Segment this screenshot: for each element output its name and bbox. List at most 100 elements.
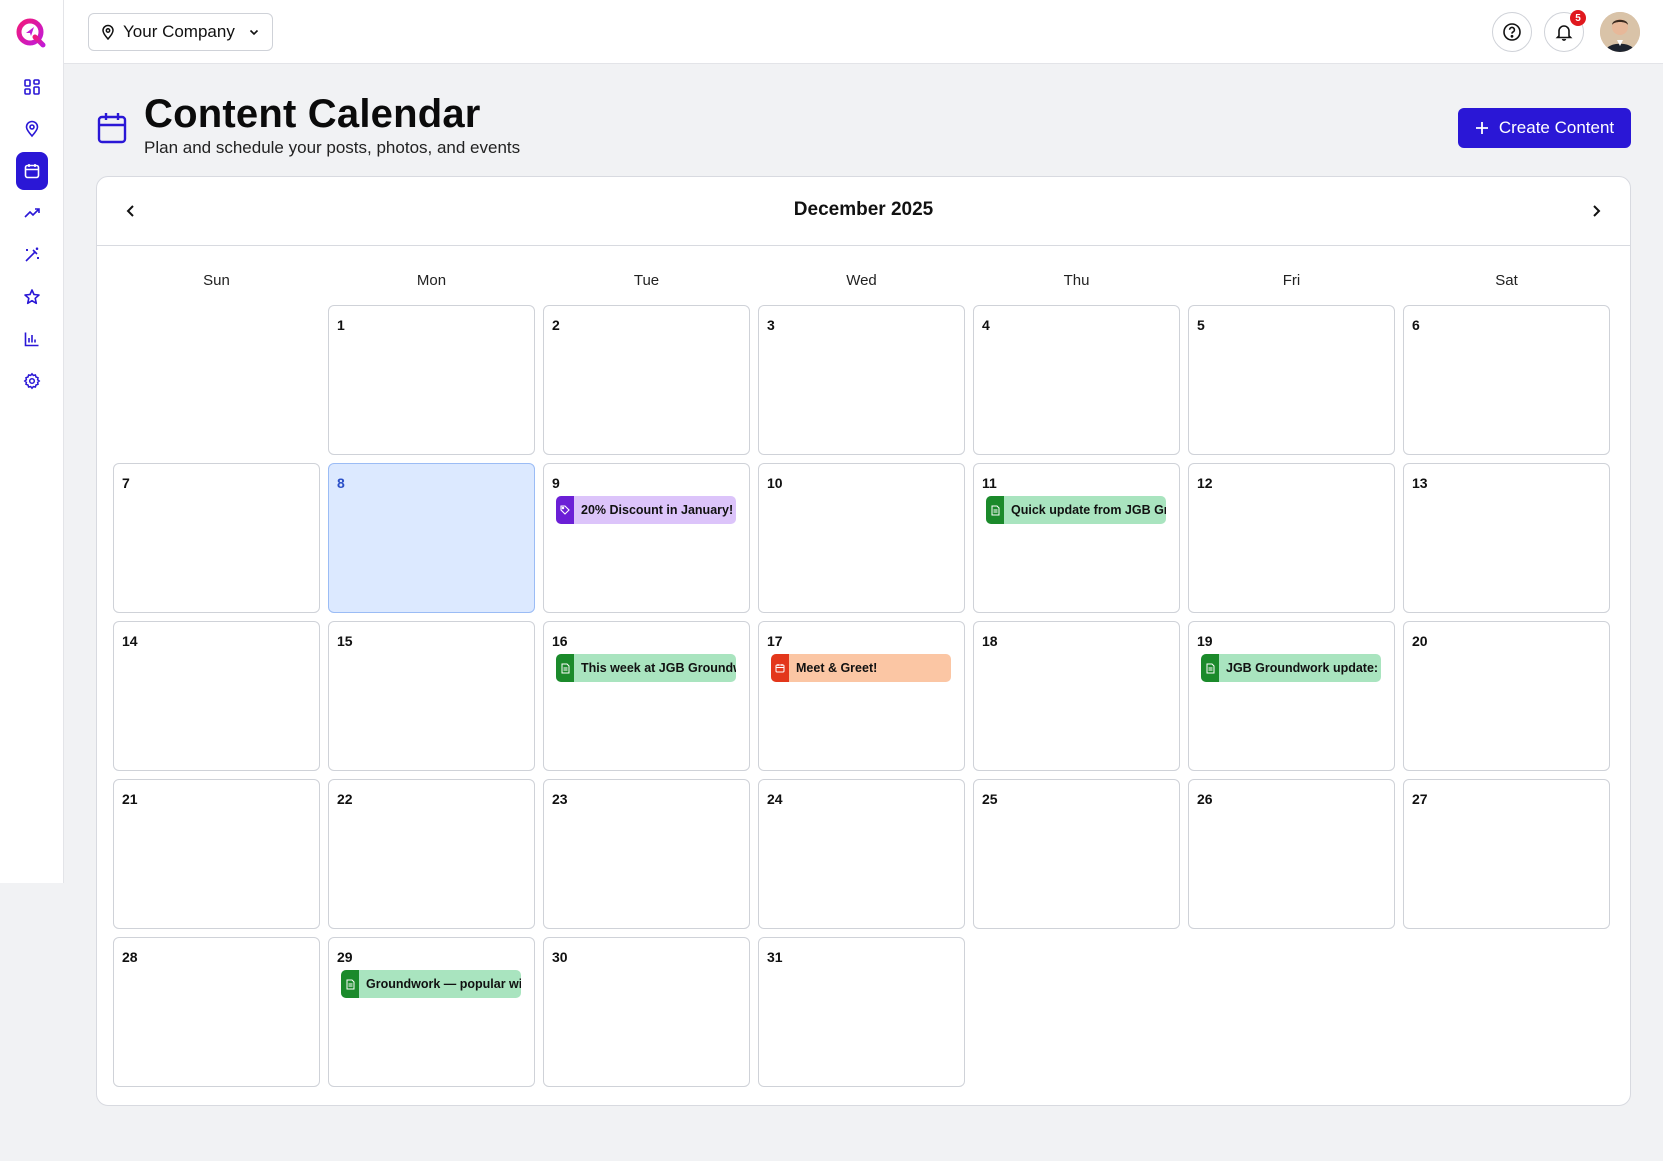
- day-cell[interactable]: 25: [973, 779, 1180, 929]
- day-cell[interactable]: 19 JGB Groundwork update: we: [1188, 621, 1395, 771]
- day-cell[interactable]: 1: [328, 305, 535, 455]
- nav-reviews[interactable]: [16, 278, 48, 316]
- day-cell[interactable]: 15: [328, 621, 535, 771]
- day-cell[interactable]: 28: [113, 937, 320, 1087]
- create-content-button[interactable]: Create Content: [1458, 108, 1631, 148]
- day-number: 17: [767, 633, 783, 649]
- day-cell[interactable]: 7: [113, 463, 320, 613]
- day-cell[interactable]: 10: [758, 463, 965, 613]
- calendar-header: December 2025: [97, 177, 1630, 246]
- day-number: 5: [1197, 317, 1205, 333]
- day-number: 8: [337, 475, 345, 491]
- post-event-chip[interactable]: Groundwork — popular with: [341, 970, 521, 998]
- nav-calendar[interactable]: [16, 152, 48, 190]
- nav-settings[interactable]: [16, 362, 48, 400]
- day-cell[interactable]: 26: [1188, 779, 1395, 929]
- day-number: 30: [552, 949, 568, 965]
- tag-icon: [556, 496, 574, 524]
- company-selector[interactable]: Your Company: [88, 13, 273, 51]
- calendar-icon: [24, 164, 40, 179]
- day-number: 27: [1412, 791, 1428, 807]
- help-button[interactable]: [1492, 12, 1532, 52]
- app-logo-icon[interactable]: [16, 18, 46, 48]
- day-cell[interactable]: 4: [973, 305, 1180, 455]
- post-event-chip[interactable]: JGB Groundwork update: we: [1201, 654, 1381, 682]
- nav-magic[interactable]: [16, 236, 48, 274]
- weekday-header: Thu: [1063, 272, 1090, 289]
- month-label: December 2025: [793, 199, 934, 220]
- post-event-chip[interactable]: This week at JGB Groundwork: [556, 654, 736, 682]
- topbar: Your Company 5: [64, 0, 1663, 64]
- event-title: JGB Groundwork update: we: [1226, 661, 1381, 675]
- event-event-chip[interactable]: Meet & Greet!: [771, 654, 951, 682]
- day-cell[interactable]: 22: [328, 779, 535, 929]
- day-cell[interactable]: 20: [1403, 621, 1610, 771]
- weekday-header: Sun: [203, 272, 230, 289]
- page-title: Content Calendar: [144, 92, 481, 136]
- day-cell[interactable]: 12: [1188, 463, 1395, 613]
- trending-up-icon: [24, 208, 40, 218]
- nav-trends[interactable]: [16, 194, 48, 232]
- day-number: 13: [1412, 475, 1428, 491]
- event-title: Groundwork — popular with: [366, 977, 521, 991]
- calendar-icon: [771, 654, 789, 682]
- nav-dashboard[interactable]: [16, 68, 48, 106]
- day-cell[interactable]: 14: [113, 621, 320, 771]
- nav-reports[interactable]: [16, 320, 48, 358]
- event-title: Quick update from JGB Groundwork: [1011, 503, 1166, 517]
- day-cell[interactable]: 18: [973, 621, 1180, 771]
- day-number: 2: [552, 317, 560, 333]
- day-cell[interactable]: 13: [1403, 463, 1610, 613]
- bar-chart-icon: [24, 332, 39, 347]
- document-icon: [986, 496, 1004, 524]
- notification-badge: 5: [1570, 10, 1586, 26]
- day-cell[interactable]: 21: [113, 779, 320, 929]
- event-title: Meet & Greet!: [796, 661, 878, 675]
- day-cell[interactable]: 8: [328, 463, 535, 613]
- day-number: 4: [982, 317, 990, 333]
- sidebar: [0, 0, 64, 883]
- day-cell[interactable]: 29 Groundwork — popular with: [328, 937, 535, 1087]
- day-number: 31: [767, 949, 783, 965]
- day-number: 18: [982, 633, 998, 649]
- day-number: 23: [552, 791, 568, 807]
- day-cell[interactable]: 27: [1403, 779, 1610, 929]
- day-cell[interactable]: 2: [543, 305, 750, 455]
- calendar-icon: [97, 113, 127, 144]
- day-cell[interactable]: 6: [1403, 305, 1610, 455]
- day-cell[interactable]: 3: [758, 305, 965, 455]
- map-pin-icon: [25, 120, 39, 138]
- day-cell[interactable]: 23: [543, 779, 750, 929]
- weekday-header: Mon: [416, 272, 447, 289]
- weekday-header: Fri: [1282, 272, 1301, 289]
- day-cell[interactable]: 11 Quick update from JGB Groundwork: [973, 463, 1180, 613]
- page-subtitle: Plan and schedule your posts, photos, an…: [144, 138, 521, 157]
- day-cell[interactable]: 30: [543, 937, 750, 1087]
- help-icon: [1503, 23, 1521, 41]
- next-month-button[interactable]: [1582, 197, 1610, 225]
- day-cell[interactable]: 9 20% Discount in January!: [543, 463, 750, 613]
- bell-icon: [1555, 25, 1573, 41]
- create-content-label: Create Content: [1498, 118, 1615, 137]
- day-cell[interactable]: 17 Meet & Greet!: [758, 621, 965, 771]
- day-cell[interactable]: 24: [758, 779, 965, 929]
- weekday-header: Tue: [633, 272, 660, 289]
- event-title: 20% Discount in January!: [581, 503, 734, 517]
- chevron-down-icon: [249, 29, 259, 36]
- nav-locations[interactable]: [16, 110, 48, 148]
- weekday-header: Sat: [1495, 272, 1518, 289]
- map-pin-icon: [102, 24, 114, 40]
- document-icon: [341, 970, 359, 998]
- notifications-button[interactable]: 5: [1544, 10, 1586, 52]
- day-cell[interactable]: 16 This week at JGB Groundwork: [543, 621, 750, 771]
- offer-event-chip[interactable]: 20% Discount in January!: [556, 496, 736, 524]
- day-number: 28: [122, 949, 138, 965]
- plus-icon: [1475, 122, 1488, 134]
- post-event-chip[interactable]: Quick update from JGB Groundwork: [986, 496, 1166, 524]
- day-number: 20: [1412, 633, 1428, 649]
- avatar[interactable]: [1600, 12, 1640, 52]
- user-avatar-icon: [1600, 12, 1640, 52]
- event-title: This week at JGB Groundwork: [581, 661, 736, 675]
- day-cell[interactable]: 5: [1188, 305, 1395, 455]
- day-cell[interactable]: 31: [758, 937, 965, 1087]
